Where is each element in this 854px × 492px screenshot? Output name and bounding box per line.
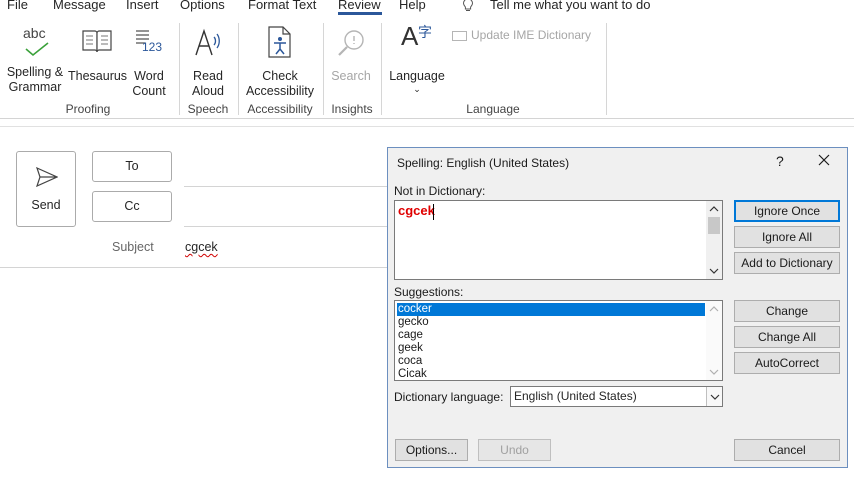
misspelled-word: cgcek <box>398 203 435 218</box>
subject-label: Subject <box>112 240 154 254</box>
search-button[interactable]: Search <box>328 25 374 84</box>
group-divider <box>606 23 607 115</box>
dictionary-language-label: Dictionary language: <box>394 390 504 404</box>
list-item[interactable]: cocker <box>397 303 705 316</box>
to-field[interactable] <box>184 186 388 187</box>
language-button[interactable]: A 字 Language ⌄ <box>386 21 448 94</box>
check-accessibility-button[interactable]: Check Accessibility <box>242 25 318 99</box>
tab-insert[interactable]: Insert <box>126 0 159 12</box>
ignore-once-button[interactable]: Ignore Once <box>734 200 840 222</box>
compose-header-divider <box>0 267 388 268</box>
scrollbar[interactable] <box>706 301 722 380</box>
accessibility-icon <box>242 25 318 69</box>
change-all-button[interactable]: Change All <box>734 326 840 348</box>
dictionary-language-select[interactable]: English (United States) <box>510 386 723 407</box>
keyboard-icon <box>452 30 467 41</box>
thesaurus-button[interactable]: Thesaurus <box>68 25 127 84</box>
group-label-proofing: Proofing <box>65 102 111 116</box>
to-button[interactable]: To <box>92 151 172 182</box>
add-to-dictionary-button[interactable]: Add to Dictionary <box>734 252 840 274</box>
cc-button[interactable]: Cc <box>92 191 172 222</box>
tab-help[interactable]: Help <box>399 0 426 12</box>
options-button[interactable]: Options... <box>395 439 468 461</box>
scroll-down-icon[interactable] <box>709 367 719 377</box>
undo-button[interactable]: Undo <box>478 439 551 461</box>
suggestions-list[interactable]: cocker gecko cage geek coca Cicak <box>394 300 723 381</box>
review-ribbon: abc Spelling & Grammar Thesaurus 123 Wor… <box>0 15 854 118</box>
spelling-grammar-button[interactable]: abc Spelling & Grammar <box>4 25 66 95</box>
not-in-dictionary-box[interactable]: cgcek <box>394 200 723 280</box>
scroll-up-icon[interactable] <box>709 204 719 214</box>
spelling-dialog: Spelling: English (United States) ? Not … <box>387 147 848 468</box>
group-label-speech: Speech <box>187 102 229 116</box>
spelling-check-icon: abc <box>4 25 66 65</box>
ignore-all-button[interactable]: Ignore All <box>734 226 840 248</box>
tab-review[interactable]: Review <box>338 0 381 12</box>
word-count-icon: 123 <box>128 25 170 69</box>
list-item[interactable]: cage <box>397 329 705 342</box>
ribbon-tab-bar: File Message Insert Options Format Text … <box>0 0 854 15</box>
subject-input[interactable]: cgcek <box>185 240 218 254</box>
send-icon <box>36 167 58 187</box>
scroll-down-icon[interactable] <box>709 266 719 276</box>
scrollbar[interactable] <box>706 201 722 279</box>
text-caret <box>433 204 434 220</box>
not-in-dictionary-label: Not in Dictionary: <box>394 184 486 198</box>
chevron-down-icon: ⌄ <box>413 84 421 94</box>
group-label-insights: Insights <box>331 102 373 116</box>
tell-me-search[interactable]: Tell me what you want to do <box>490 0 650 12</box>
read-aloud-button[interactable]: Read Aloud <box>184 25 232 99</box>
list-item[interactable]: gecko <box>397 316 705 329</box>
scroll-up-icon[interactable] <box>709 304 719 314</box>
autocorrect-button[interactable]: AutoCorrect <box>734 352 840 374</box>
read-aloud-icon <box>184 25 232 69</box>
send-button[interactable]: Send <box>16 151 76 227</box>
update-ime-dictionary-button[interactable]: Update IME Dictionary <box>452 28 591 42</box>
search-icon <box>328 25 374 69</box>
suggestions-label: Suggestions: <box>394 285 464 299</box>
lightbulb-icon <box>462 0 474 15</box>
list-item[interactable]: Cicak <box>397 368 705 381</box>
cc-field[interactable] <box>184 226 388 227</box>
group-label-accessibility: Accessibility <box>247 102 313 116</box>
tab-file[interactable]: File <box>7 0 28 12</box>
ribbon-border <box>0 118 854 119</box>
tab-message[interactable]: Message <box>53 0 106 12</box>
change-button[interactable]: Change <box>734 300 840 322</box>
ribbon-border <box>0 126 854 127</box>
cancel-button[interactable]: Cancel <box>734 439 840 461</box>
dialog-title: Spelling: English (United States) <box>397 156 570 170</box>
word-count-button[interactable]: 123 Word Count <box>128 25 170 99</box>
group-label-language: Language <box>466 102 520 116</box>
scroll-thumb[interactable] <box>708 217 720 234</box>
language-icon: A 字 <box>401 21 432 51</box>
tab-options[interactable]: Options <box>180 0 225 12</box>
book-icon <box>68 25 126 69</box>
list-item[interactable]: coca <box>397 355 705 368</box>
close-icon[interactable] <box>816 152 832 168</box>
tab-format-text[interactable]: Format Text <box>248 0 316 12</box>
list-item[interactable]: geek <box>397 342 705 355</box>
chevron-down-icon[interactable] <box>706 387 722 406</box>
help-button[interactable]: ? <box>776 153 784 169</box>
